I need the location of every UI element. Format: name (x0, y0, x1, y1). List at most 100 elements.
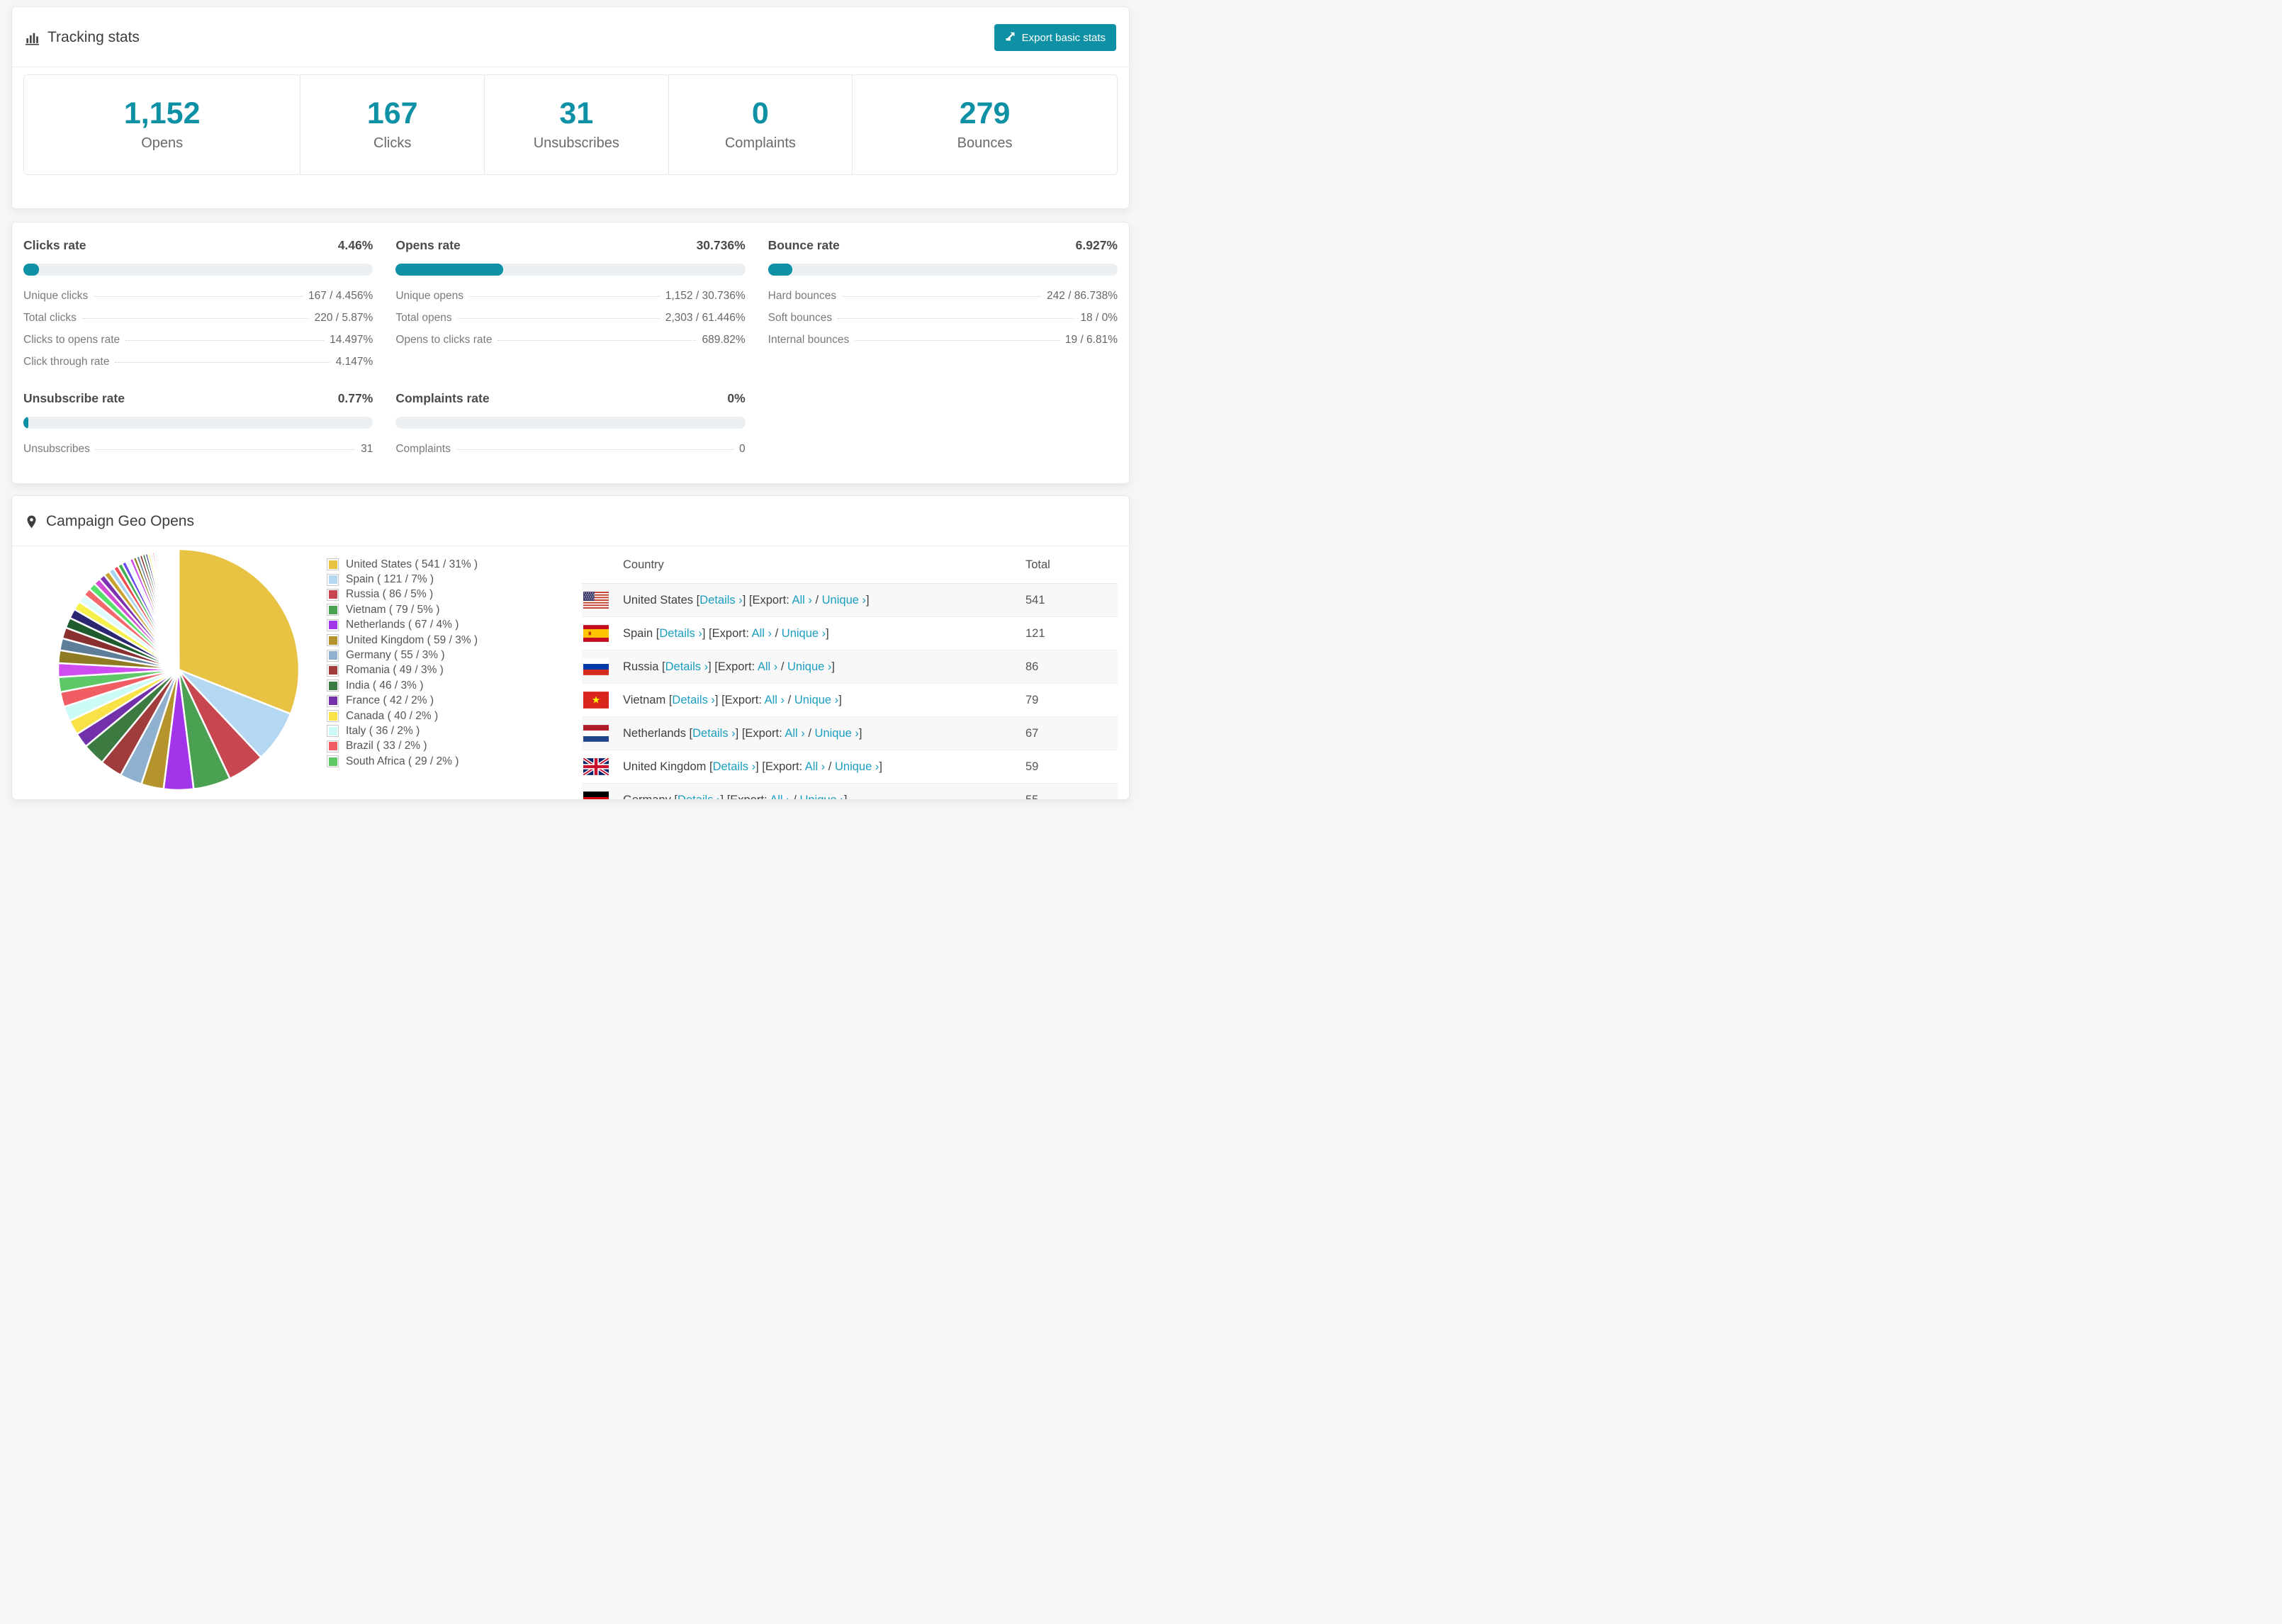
row-total: 121 (1025, 626, 1045, 640)
rate-progress-bar (768, 264, 1118, 276)
export-unique-link[interactable]: Unique › (794, 694, 838, 706)
us-flag-icon (583, 592, 609, 609)
dotted-leader (115, 362, 330, 363)
rate-detail-row: Unique opens 1,152 / 30.736% (395, 290, 745, 303)
export-all-link[interactable]: All › (792, 594, 811, 607)
rate-detail-row: Total clicks 220 / 5.87% (23, 312, 373, 325)
table-row: Vietnam [Details ›] [Export: All › / Uni… (582, 684, 1118, 717)
stat-label: Bounces (957, 135, 1013, 151)
legend-swatch (327, 619, 339, 631)
legend-swatch (327, 680, 339, 692)
export-unique-link[interactable]: Unique › (815, 727, 859, 740)
geo-opens-table: Country Total United States [Details ›] … (582, 546, 1118, 800)
export-all-link[interactable]: All › (805, 760, 825, 773)
geo-title-wrap: Campaign Geo Opens (25, 513, 194, 530)
rate-progress-bar (395, 264, 746, 276)
map-pin-icon (25, 514, 38, 529)
row-total: 541 (1025, 593, 1045, 607)
rates-card: Clicks rate 4.46% Unique clicks 167 / 4.456… (11, 222, 1130, 484)
vn-flag-icon (583, 692, 609, 709)
country-links: Spain [Details ›] [Export: All › / Uniqu… (623, 626, 829, 640)
legend-item: Russia ( 86 / 5% ) (327, 587, 478, 602)
export-all-link[interactable]: All › (785, 727, 804, 740)
legend-item: France ( 42 / 2% ) (327, 694, 478, 709)
es-flag-icon (583, 625, 609, 642)
rate-progress-fill (23, 417, 28, 429)
details-link[interactable]: Details › (672, 694, 715, 706)
rate-detail-value: 1,152 / 30.736% (665, 290, 746, 302)
legend-label: France ( 42 / 2% ) (346, 694, 434, 707)
rate-detail-label: Opens to clicks rate (395, 334, 493, 346)
dotted-leader (125, 340, 325, 341)
export-icon (1005, 30, 1016, 45)
export-unique-link[interactable]: Unique › (822, 594, 866, 607)
rate-detail-label: Internal bounces (768, 334, 850, 346)
stat-value: 0 (751, 96, 769, 130)
details-link[interactable]: Details › (713, 760, 756, 773)
dotted-leader (95, 449, 356, 450)
row-total: 86 (1025, 660, 1039, 673)
country-cell: United Kingdom [Details ›] [Export: All … (583, 758, 1025, 775)
details-link[interactable]: Details › (665, 660, 709, 673)
export-unique-link[interactable]: Unique › (787, 660, 831, 673)
rate-value: 30.736% (696, 238, 746, 252)
export-unique-link[interactable]: Unique › (835, 760, 879, 773)
legend-item: Germany ( 55 / 3% ) (327, 648, 478, 662)
rate-value: 0% (727, 391, 746, 405)
geo-table-header: Country Total (582, 546, 1118, 584)
rate-detail-label: Total opens (395, 312, 452, 324)
country-cell: Spain [Details ›] [Export: All › / Uniqu… (583, 625, 1025, 642)
legend-label: Romania ( 49 / 3% ) (346, 664, 444, 677)
overview-stats-row: 1,152 Opens 167 Clicks 31 Unsubscribes 0 Compla… (23, 74, 1118, 175)
rate-detail-value: 18 / 0% (1080, 312, 1118, 324)
country-cell: Netherlands [Details ›] [Export: All › /… (583, 725, 1025, 742)
rate-panel-clicks-rate: Clicks rate 4.46% Unique clicks 167 / 4.456… (23, 238, 373, 368)
geo-opens-pie-chart[interactable] (51, 542, 306, 797)
export-all-link[interactable]: All › (765, 694, 785, 706)
campaign-geo-opens-card: Campaign Geo Opens United States ( 541 /… (11, 495, 1130, 800)
details-link[interactable]: Details › (692, 727, 736, 740)
legend-label: South Africa ( 29 / 2% ) (346, 755, 459, 767)
rate-value: 0.77% (337, 391, 373, 405)
rate-progress-fill (395, 264, 503, 276)
details-link[interactable]: Details › (699, 594, 743, 607)
rate-panel-head: Bounce rate 6.927% (768, 238, 1118, 253)
rate-detail-label: Complaints (395, 443, 451, 455)
pie-legend: United States ( 541 / 31% ) Spain ( 121 /… (327, 557, 478, 769)
rate-panel-bounce-rate: Bounce rate 6.927% Hard bounces 242 / 86.73… (768, 238, 1118, 368)
stat-box-complaints: 0 Complaints (668, 75, 853, 174)
export-unique-link[interactable]: Unique › (799, 794, 843, 800)
rate-detail-value: 19 / 6.81% (1064, 334, 1118, 346)
rate-detail-label: Clicks to opens rate (23, 334, 120, 346)
dotted-leader (469, 296, 660, 297)
country-links: Vietnam [Details ›] [Export: All › / Uni… (623, 693, 842, 706)
rate-detail-value: 2,303 / 61.446% (665, 312, 746, 324)
export-all-link[interactable]: All › (758, 660, 777, 673)
export-basic-stats-button[interactable]: Export basic stats (994, 24, 1116, 51)
geo-section-title: Campaign Geo Opens (46, 513, 194, 529)
row-total: 67 (1025, 726, 1039, 740)
rate-detail-row: Unique clicks 167 / 4.456% (23, 290, 373, 303)
rate-panel-unsubscribe-rate: Unsubscribe rate 0.77% Unsubscribes 31 (23, 391, 373, 456)
legend-item: Netherlands ( 67 / 4% ) (327, 618, 478, 633)
rate-detail-value: 220 / 5.87% (314, 312, 373, 324)
tracking-stats-header: Tracking stats Export basic stats (12, 7, 1129, 67)
rate-panel-head: Clicks rate 4.46% (23, 238, 373, 253)
stat-value: 1,152 (123, 96, 201, 130)
dotted-leader (498, 340, 697, 341)
legend-swatch (327, 694, 339, 707)
legend-swatch (327, 558, 339, 571)
export-all-link[interactable]: All › (770, 794, 789, 800)
rate-detail-label: Unsubscribes (23, 443, 90, 455)
export-unique-link[interactable]: Unique › (782, 627, 826, 640)
rate-panel-head: Complaints rate 0% (395, 391, 745, 406)
details-link[interactable]: Details › (659, 627, 702, 640)
export-all-link[interactable]: All › (752, 627, 772, 640)
details-link[interactable]: Details › (678, 794, 721, 800)
rate-detail-value: 167 / 4.456% (308, 290, 373, 302)
geo-header: Campaign Geo Opens (12, 496, 1129, 546)
row-total: 55 (1025, 793, 1039, 800)
legend-item: Romania ( 49 / 3% ) (327, 663, 478, 678)
legend-item: United Kingdom ( 59 / 3% ) (327, 633, 478, 648)
rate-panel-head: Opens rate 30.736% (395, 238, 745, 253)
